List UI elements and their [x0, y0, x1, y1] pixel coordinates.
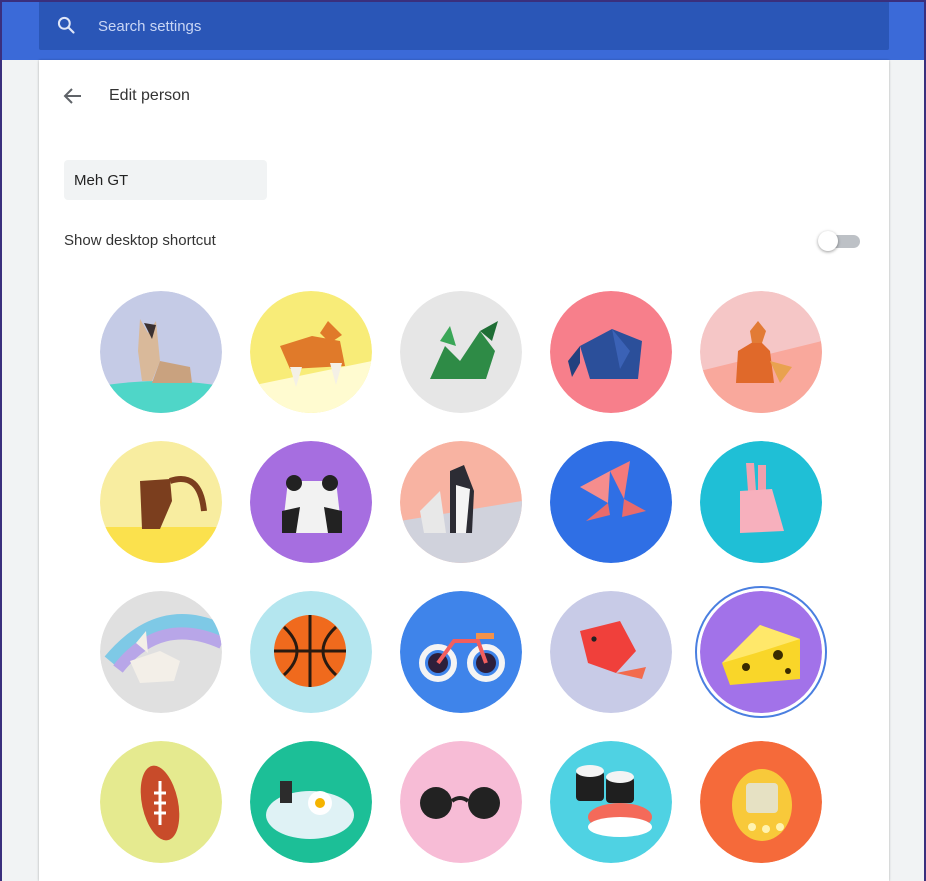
- avatar-panda[interactable]: [250, 441, 372, 563]
- avatar-cat[interactable]: [100, 291, 222, 413]
- avatar-penguin[interactable]: [400, 441, 522, 563]
- search-icon[interactable]: [56, 15, 76, 35]
- avatar-butterfly-image: [550, 441, 672, 563]
- avatar-sunglasses-image: [400, 741, 522, 863]
- top-header: [0, 0, 926, 60]
- avatar-monkey-image: [100, 441, 222, 563]
- avatar-rabbit[interactable]: [700, 441, 822, 563]
- person-name-field[interactable]: [64, 160, 267, 200]
- avatar-unicorn-image: [100, 591, 222, 713]
- avatar-butterfly[interactable]: [550, 441, 672, 563]
- avatar-tamagotchi-image: [700, 741, 822, 863]
- avatar-corgi-image: [250, 291, 372, 413]
- toggle-knob: [818, 231, 838, 251]
- window-border-top: [0, 0, 926, 2]
- avatar-ramen[interactable]: [250, 741, 372, 863]
- desktop-shortcut-toggle[interactable]: [818, 231, 862, 251]
- avatar-bicycle[interactable]: [400, 591, 522, 713]
- avatar-tamagotchi[interactable]: [700, 741, 822, 863]
- avatar-rabbit-image: [700, 441, 822, 563]
- window-border-left: [0, 0, 2, 881]
- avatar-penguin-image: [400, 441, 522, 563]
- page-title: Edit person: [109, 87, 190, 104]
- avatar-elephant[interactable]: [550, 291, 672, 413]
- edit-person-card: Edit person Show desktop shortcut: [39, 60, 889, 881]
- search-bar[interactable]: [39, 0, 889, 52]
- avatar-ramen-image: [250, 741, 372, 863]
- avatar-fox-image: [700, 291, 822, 413]
- avatar-bird-image: [550, 591, 672, 713]
- avatar-football-image: [100, 741, 222, 863]
- avatar-cheese[interactable]: [700, 591, 822, 713]
- avatar-monkey[interactable]: [100, 441, 222, 563]
- search-input[interactable]: [96, 0, 860, 52]
- avatar-dragon-image: [400, 291, 522, 413]
- avatar-bicycle-image: [400, 591, 522, 713]
- avatar-football[interactable]: [100, 741, 222, 863]
- desktop-shortcut-label: Show desktop shortcut: [64, 232, 216, 249]
- avatar-dragon[interactable]: [400, 291, 522, 413]
- avatar-cheese-image: [700, 591, 822, 713]
- avatar-basketball-image: [250, 591, 372, 713]
- avatar-unicorn[interactable]: [100, 591, 222, 713]
- avatar-bird[interactable]: [550, 591, 672, 713]
- avatar-sushi[interactable]: [550, 741, 672, 863]
- avatar-panda-image: [250, 441, 372, 563]
- avatar-cat-image: [100, 291, 222, 413]
- avatar-basketball[interactable]: [250, 591, 372, 713]
- avatar-sunglasses[interactable]: [400, 741, 522, 863]
- back-arrow-icon[interactable]: [61, 84, 85, 108]
- avatar-corgi[interactable]: [250, 291, 372, 413]
- avatar-fox[interactable]: [700, 291, 822, 413]
- avatar-elephant-image: [550, 291, 672, 413]
- avatar-sushi-image: [550, 741, 672, 863]
